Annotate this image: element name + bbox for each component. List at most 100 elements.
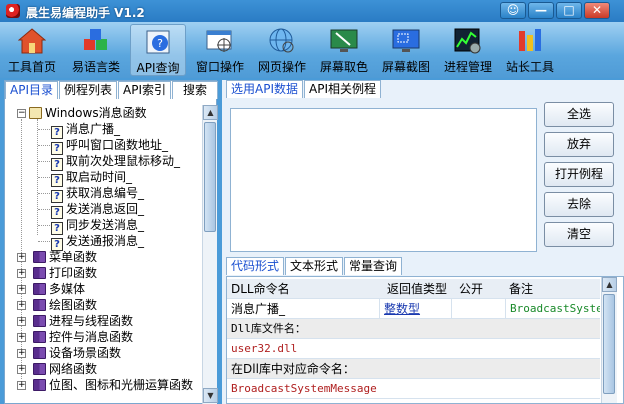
scroll-thumb[interactable] [204, 122, 216, 232]
scroll-down-arrow-icon[interactable]: ▼ [203, 388, 218, 403]
tree-category-device-context[interactable]: 设备场景函数 [33, 345, 121, 361]
tree-leaf-call-window-proc[interactable]: ? 呼叫窗口函数地址_ [51, 137, 168, 155]
tool-easy-language[interactable]: 易语言类 [68, 24, 124, 76]
tree-node-label: Windows消息函数 [45, 106, 147, 120]
tree-category-label: 多媒体 [49, 282, 86, 296]
tab-api-index[interactable]: API索引 [118, 81, 172, 99]
tree-category-label: 控件与消息函数 [49, 330, 134, 344]
table-row[interactable]: user32.dll [227, 339, 600, 359]
skin-button[interactable]: ☺ [500, 2, 526, 19]
scroll-up-arrow-icon[interactable]: ▲ [602, 277, 617, 292]
tool-api-query-label: API查询 [136, 61, 180, 75]
dll-file-value: user32.dll [231, 342, 298, 355]
tab-constant-query[interactable]: 常量查询 [344, 257, 403, 275]
tree-category-menu[interactable]: 菜单函数 [33, 249, 97, 265]
tree-leaf-label: 消息广播_ [66, 122, 121, 136]
dll-file-label: Dll库文件名： [231, 322, 306, 335]
discard-button[interactable]: 放弃 [544, 132, 614, 157]
tab-selected-api-data[interactable]: 选用API数据 [226, 80, 303, 98]
tree-category-process-thread[interactable]: 进程与线程函数 [33, 313, 133, 329]
tool-web-ops-label: 网页操作 [257, 60, 306, 74]
dll-command-label: 在Dll库中对应命令名： [231, 362, 355, 376]
tree-expand-toggle[interactable]: + [17, 365, 26, 374]
tool-screen-color[interactable]: 屏幕取色 [316, 24, 372, 76]
tree-node-root[interactable]: Windows消息函数 [29, 105, 147, 121]
clear-button[interactable]: 清空 [544, 222, 614, 247]
tab-code-format[interactable]: 代码形式 [226, 257, 285, 275]
return-type-cell[interactable]: 整数型 [379, 299, 451, 319]
tree-category-label: 设备场景函数 [49, 346, 122, 360]
scroll-up-arrow-icon[interactable]: ▲ [203, 105, 218, 120]
tree-leaf-send-return[interactable]: ? 发送消息返回_ [51, 201, 144, 219]
tree-expand-toggle[interactable]: + [17, 253, 26, 262]
right-panel: 选用API数据 API相关例程 全选 放弃 打开例程 去除 清空 代码形式 文本… [222, 80, 624, 404]
tree-leaf-sync-send[interactable]: ? 同步发送消息_ [51, 217, 144, 235]
tool-window-ops[interactable]: 窗口操作 [192, 24, 248, 76]
tool-process-manager-label: 进程管理 [443, 60, 492, 74]
tree-expand-toggle[interactable]: + [17, 333, 26, 342]
tree-category-drawing[interactable]: 绘图函数 [33, 297, 97, 313]
book-icon [33, 299, 46, 311]
column-header: DLL命令名 [231, 282, 290, 296]
close-button[interactable]: ✕ [584, 2, 610, 19]
tree-scrollbar[interactable]: ▲ ▼ [202, 105, 218, 404]
table-row[interactable]: 消息广播_ 整数型 BroadcastSystemMessage [227, 299, 600, 319]
tree-expand-toggle[interactable]: + [17, 269, 26, 278]
tab-api-related-routines[interactable]: API相关例程 [304, 80, 381, 98]
tree-leaf-broadcast[interactable]: ? 消息广播_ [51, 121, 121, 139]
tree-leaf-label: 取前次处理鼠标移动_ [66, 154, 181, 168]
tool-web-ops[interactable]: 网页操作 [254, 24, 310, 76]
minimize-button[interactable]: — [528, 2, 554, 19]
tool-api-query[interactable]: ? API查询 [130, 24, 186, 76]
tree-expand-toggle[interactable]: + [17, 381, 26, 390]
public-cell[interactable] [451, 299, 505, 319]
scroll-thumb[interactable] [603, 294, 615, 394]
tree-category-print[interactable]: 打印函数 [33, 265, 97, 281]
tree-expand-toggle[interactable]: + [17, 349, 26, 358]
tree-leaf-startup-time[interactable]: ? 取启动时间_ [51, 169, 133, 187]
window-target-icon [206, 30, 232, 52]
tree-category-label: 网络函数 [49, 362, 98, 376]
process-chart-icon [454, 28, 481, 54]
tool-webmaster[interactable]: 站长工具 [502, 24, 558, 76]
selected-api-list[interactable] [230, 108, 537, 252]
tree-leaf-label: 取启动时间_ [66, 170, 133, 184]
tree-category-network[interactable]: 网络函数 [33, 361, 97, 377]
tree-category-multimedia[interactable]: 多媒体 [33, 281, 85, 297]
code-view: DLL命令名 返回值类型 公开 备注 消息广播_ 整数型 BroadcastSy… [226, 276, 624, 404]
column-header: 公开 [459, 282, 484, 296]
column-header: 返回值类型 [387, 282, 448, 296]
table-row: Dll库文件名： [227, 319, 600, 339]
tab-text-format[interactable]: 文本形式 [285, 257, 344, 275]
command-name-cell: 消息广播_ [231, 302, 286, 316]
code-view-scrollbar[interactable]: ▲ [601, 277, 617, 403]
table-row[interactable]: BroadcastSystemMessage [227, 379, 600, 399]
tree-category-control-message[interactable]: 控件与消息函数 [33, 329, 133, 345]
tab-api-directory[interactable]: API目录 [5, 81, 58, 99]
column-header: 备注 [509, 282, 534, 296]
tree-leaf-notify[interactable]: ? 发送通报消息_ [51, 233, 144, 251]
tool-window-ops-label: 窗口操作 [195, 60, 244, 74]
tree-category-bitmap-icon[interactable]: 位图、图标和光栅运算函数 [33, 377, 193, 393]
tree-leaf-mouse-move[interactable]: ? 取前次处理鼠标移动_ [51, 153, 181, 171]
tree-category-label: 菜单函数 [49, 250, 98, 264]
open-routine-button[interactable]: 打开例程 [544, 162, 614, 187]
tool-screenshot[interactable]: 屏幕截图 [378, 24, 434, 76]
tree-expand-toggle[interactable]: + [17, 301, 26, 310]
remove-button[interactable]: 去除 [544, 192, 614, 217]
tree-leaf-message-id[interactable]: ? 获取消息编号_ [51, 185, 144, 203]
book-icon [33, 251, 46, 263]
tree-collapse-toggle[interactable]: − [17, 109, 26, 118]
maximize-button[interactable]: □ [556, 2, 582, 19]
tab-routine-list[interactable]: 例程列表 [59, 81, 118, 99]
home-icon [18, 28, 46, 54]
remark-cell: BroadcastSystemMessage [505, 299, 600, 319]
tree-category-label: 绘图函数 [49, 298, 98, 312]
tool-screen-color-label: 屏幕取色 [319, 60, 368, 74]
tab-search[interactable]: 搜索 [172, 81, 219, 99]
select-all-button[interactable]: 全选 [544, 102, 614, 127]
tool-process-manager[interactable]: 进程管理 [440, 24, 496, 76]
tree-expand-toggle[interactable]: + [17, 285, 26, 294]
tool-home[interactable]: 工具首页 [4, 24, 60, 76]
tree-expand-toggle[interactable]: + [17, 317, 26, 326]
